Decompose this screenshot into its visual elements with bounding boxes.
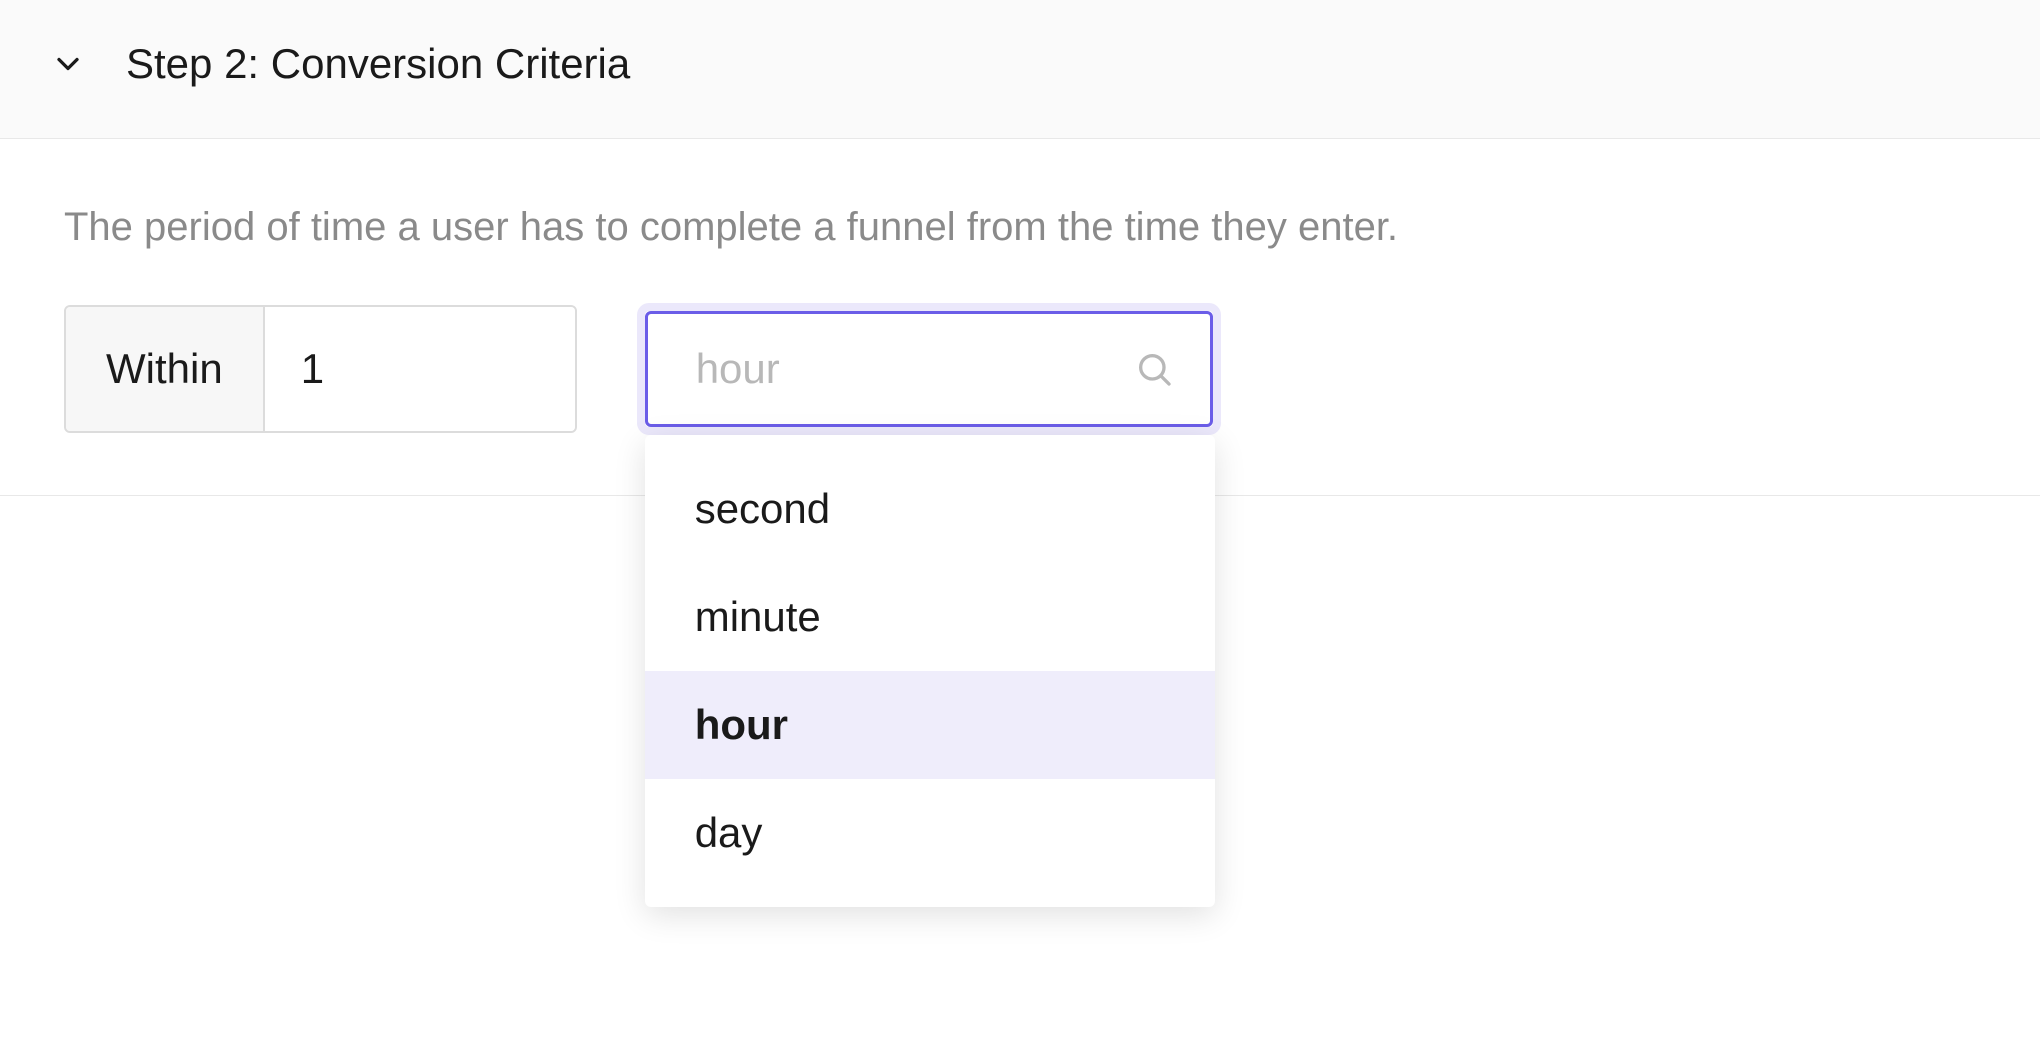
unit-option-hour[interactable]: hour [645,671,1215,779]
within-input-group: Within [64,305,577,433]
unit-option-day[interactable]: day [645,779,1215,887]
unit-option-minute[interactable]: minute [645,563,1215,671]
description-text: The period of time a user has to complet… [64,199,1990,255]
within-label: Within [66,307,265,431]
step-body: The period of time a user has to complet… [0,139,2040,496]
unit-select[interactable]: hour [645,311,1213,427]
unit-select-placeholder: hour [696,345,780,393]
step-header[interactable]: Step 2: Conversion Criteria [0,0,2040,139]
unit-dropdown: second minute hour day [645,435,1215,907]
search-icon [1134,349,1174,389]
quantity-input[interactable] [265,307,575,431]
unit-select-wrapper: hour second minute hour day [637,303,1221,435]
unit-option-second[interactable]: second [645,455,1215,563]
controls-row: Within hour second minute hour [64,303,1990,435]
chevron-down-icon [50,46,86,82]
step-title: Step 2: Conversion Criteria [126,40,630,88]
